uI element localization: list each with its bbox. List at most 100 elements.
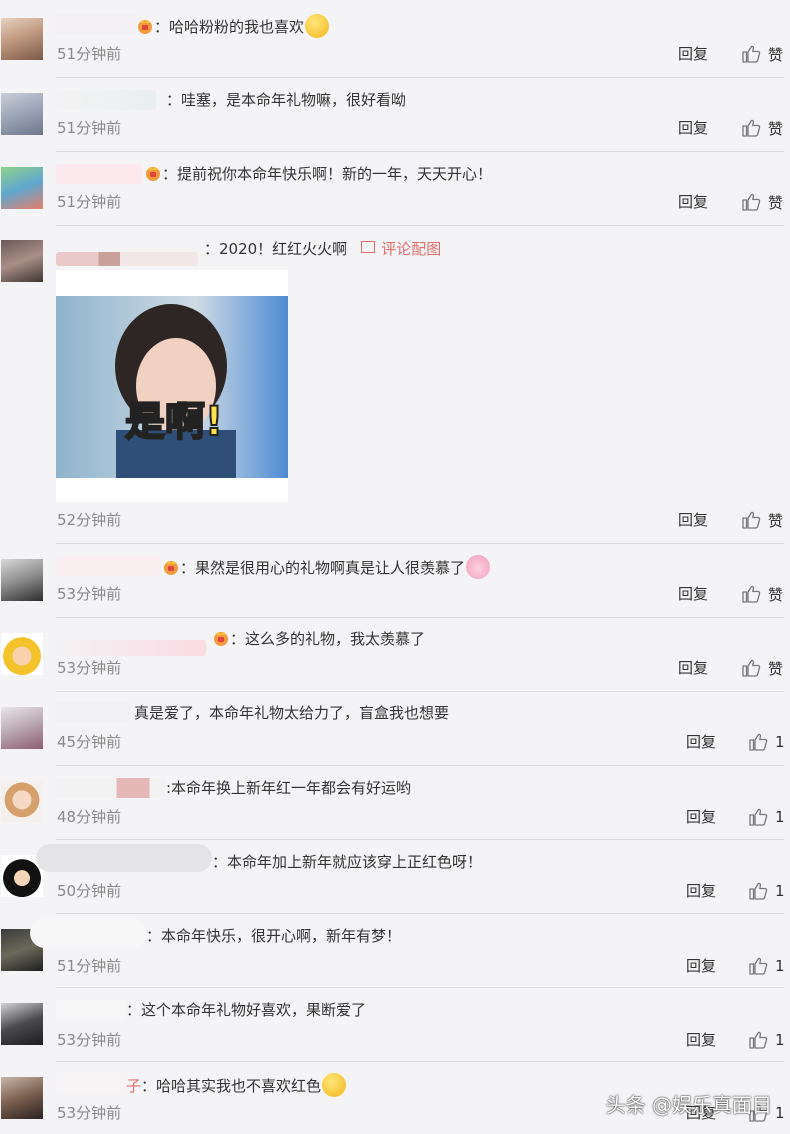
like-button[interactable]: 1 bbox=[748, 1029, 785, 1051]
avatar[interactable] bbox=[1, 240, 43, 282]
avatar[interactable] bbox=[1, 707, 43, 749]
reply-button[interactable]: 回复 bbox=[686, 807, 716, 827]
comment-body: :本命年换上新年红一年都会有好运哟 bbox=[166, 779, 412, 797]
username[interactable] bbox=[56, 1073, 126, 1093]
reply-button[interactable]: 回复 bbox=[678, 658, 708, 678]
comment-body: ：本命年快乐，很开心啊，新年有梦！ bbox=[146, 927, 402, 945]
comment-item: 真是爱了，本命年礼物太给力了，盲盒我也想要 45分钟前 回复 1 bbox=[0, 692, 790, 766]
reply-button[interactable]: 回复 bbox=[678, 510, 708, 530]
avatar[interactable] bbox=[1, 1003, 43, 1045]
comment-time: 53分钟前 bbox=[57, 1031, 122, 1049]
username[interactable] bbox=[56, 778, 166, 798]
avatar[interactable] bbox=[1, 781, 43, 823]
username[interactable] bbox=[56, 164, 142, 184]
username[interactable] bbox=[56, 556, 160, 576]
comment-item: ：这个本命年礼物好喜欢，果断爱了 53分钟前 回复 1 bbox=[0, 988, 790, 1062]
vip-badge-icon bbox=[162, 558, 180, 576]
comment-text: ：本命年加上新年就应该穿上正红色呀！ bbox=[212, 852, 482, 872]
comment-picture-link-label: 评论配图 bbox=[381, 240, 442, 258]
like-button[interactable]: 赞 bbox=[741, 509, 783, 531]
like-button[interactable]: 赞 bbox=[741, 191, 783, 213]
laugh-cry-emoji-icon bbox=[322, 1073, 347, 1097]
comment-item: ：这么多的礼物，我太羡慕了 53分钟前 回复 赞 bbox=[0, 618, 790, 692]
like-button[interactable]: 赞 bbox=[741, 117, 783, 139]
username[interactable] bbox=[56, 1000, 126, 1020]
username[interactable] bbox=[56, 90, 156, 110]
like-label: 赞 bbox=[768, 659, 784, 678]
like-button[interactable]: 1 bbox=[748, 880, 785, 902]
comment-text: 真是爱了，本命年礼物太给力了，盲盒我也想要 bbox=[134, 703, 449, 723]
comment-item: ：本命年加上新年就应该穿上正红色呀！ 50分钟前 回复 1 bbox=[0, 840, 790, 914]
like-button[interactable]: 1 bbox=[748, 731, 785, 753]
comment-item: ：本命年快乐，很开心啊，新年有梦！ 51分钟前 回复 1 bbox=[0, 914, 790, 988]
thumb-up-icon bbox=[748, 732, 768, 752]
comment-text: ：本命年快乐，很开心啊，新年有梦！ bbox=[146, 926, 401, 946]
thumb-up-icon bbox=[741, 192, 761, 212]
thumb-up-icon bbox=[741, 510, 761, 530]
comment-image[interactable]: 是啊! bbox=[56, 270, 288, 502]
image-caption: 是啊! bbox=[125, 399, 223, 445]
username[interactable] bbox=[56, 14, 136, 34]
comment-body: ：哈哈粉粉的我也喜欢 bbox=[154, 18, 305, 36]
comment-time: 51分钟前 bbox=[57, 957, 122, 975]
like-button[interactable]: 1 bbox=[748, 955, 785, 977]
like-button[interactable]: 赞 bbox=[741, 43, 783, 65]
avatar[interactable] bbox=[1, 167, 43, 209]
vip-badge-icon bbox=[136, 17, 154, 35]
reply-button[interactable]: 回复 bbox=[678, 44, 708, 64]
comment-item: ：提前祝你本命年快乐啊！新的一年，天天开心！ 51分钟前 回复 赞 bbox=[0, 152, 790, 226]
comment-body: 真是爱了，本命年礼物太给力了，盲盒我也想要 bbox=[134, 704, 450, 722]
avatar[interactable] bbox=[1, 18, 43, 60]
reply-button[interactable]: 回复 bbox=[678, 584, 708, 604]
username-tail[interactable]: 子 bbox=[126, 1077, 141, 1095]
bunny-emoji-icon bbox=[466, 555, 491, 579]
comment-time: 50分钟前 bbox=[57, 882, 122, 900]
avatar[interactable] bbox=[1, 559, 43, 601]
thumb-up-icon bbox=[741, 658, 761, 678]
comment-image-photo: 是啊! bbox=[56, 296, 288, 478]
reply-button[interactable]: 回复 bbox=[686, 1030, 716, 1050]
comment-time: 51分钟前 bbox=[57, 45, 122, 63]
thumb-up-icon bbox=[741, 44, 761, 64]
like-button[interactable]: 赞 bbox=[741, 657, 783, 679]
comment-time: 45分钟前 bbox=[57, 733, 122, 751]
like-count: 1 bbox=[775, 957, 785, 975]
vip-badge-icon bbox=[212, 629, 230, 647]
like-label: 赞 bbox=[768, 511, 784, 530]
like-button[interactable]: 1 bbox=[748, 806, 785, 828]
comment-text: ：哇塞，是本命年礼物嘛，很好看呦 bbox=[166, 90, 406, 110]
username[interactable] bbox=[36, 844, 212, 872]
like-button[interactable]: 赞 bbox=[741, 583, 783, 605]
username[interactable] bbox=[56, 252, 198, 266]
comment-text: ：这个本命年礼物好喜欢，果断爱了 bbox=[126, 1000, 366, 1020]
thumb-up-icon bbox=[748, 956, 768, 976]
thumb-up-icon bbox=[748, 807, 768, 827]
comment-body: ：提前祝你本命年快乐啊！新的一年，天天开心！ bbox=[162, 165, 493, 183]
comment-text: ：哈哈粉粉的我也喜欢 bbox=[136, 14, 330, 38]
avatar[interactable] bbox=[1, 633, 43, 675]
comment-body: ：果然是很用心的礼物啊真是让人很羡慕了 bbox=[180, 559, 466, 577]
username[interactable] bbox=[30, 918, 146, 948]
comment-text: ：果然是很用心的礼物啊真是让人很羡慕了 bbox=[162, 555, 491, 579]
avatar[interactable] bbox=[1, 93, 43, 135]
like-count: 1 bbox=[775, 882, 785, 900]
vip-badge-icon bbox=[144, 164, 162, 182]
like-count: 1 bbox=[775, 1031, 785, 1049]
reply-button[interactable]: 回复 bbox=[678, 192, 708, 212]
reply-button[interactable]: 回复 bbox=[686, 732, 716, 752]
reply-button[interactable]: 回复 bbox=[686, 956, 716, 976]
thumb-up-icon bbox=[741, 584, 761, 604]
thumb-up-icon bbox=[748, 1030, 768, 1050]
reply-button[interactable]: 回复 bbox=[678, 118, 708, 138]
avatar[interactable] bbox=[1, 1077, 43, 1119]
comment-time: 53分钟前 bbox=[57, 585, 122, 603]
like-count: 1 bbox=[775, 1104, 785, 1122]
comment-time: 51分钟前 bbox=[57, 193, 122, 211]
comment-body: ：这么多的礼物，我太羡慕了 bbox=[230, 630, 426, 648]
like-count: 1 bbox=[775, 808, 785, 826]
username[interactable] bbox=[56, 640, 206, 656]
reply-button[interactable]: 回复 bbox=[686, 881, 716, 901]
comment-picture-link[interactable]: 评论配图 bbox=[361, 240, 441, 258]
username[interactable] bbox=[56, 702, 130, 722]
comment-body: ：哇塞，是本命年礼物嘛，很好看呦 bbox=[166, 91, 407, 109]
